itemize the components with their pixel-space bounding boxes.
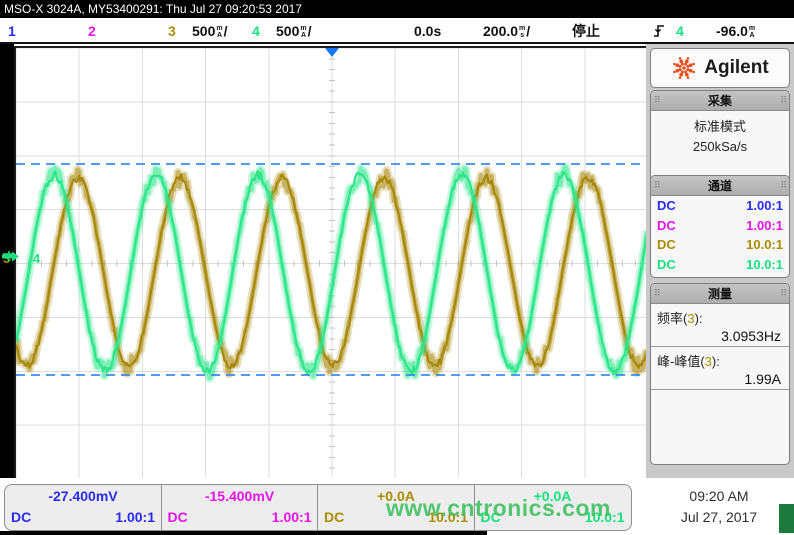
clock[interactable]: 09:20 AM Jul 27, 2017 xyxy=(648,486,790,528)
drag-grip-icon[interactable]: ⠿ xyxy=(780,95,786,106)
ground-icon xyxy=(2,251,16,261)
ch2-coupling: DC xyxy=(657,216,676,236)
drag-grip-icon[interactable]: ⠿ xyxy=(780,180,786,191)
ch4-coupling: DC xyxy=(657,255,676,275)
ch4-unit: mA xyxy=(300,25,306,39)
ch3-unit: mA xyxy=(216,25,222,39)
pkpk-measurement-label: 峰-峰值(3): xyxy=(651,347,789,370)
bottom-bezel xyxy=(0,531,487,535)
screen-corner-block xyxy=(779,504,794,533)
channel-3-row[interactable]: DC 10.0:1 xyxy=(651,235,789,255)
run-state[interactable]: 停止 xyxy=(572,21,600,41)
ch3-coupling-label: DC xyxy=(324,507,344,527)
timebase-unit: ms xyxy=(519,25,525,39)
measure-header[interactable]: ⠿ 测量 ⠿ xyxy=(651,284,789,304)
drag-grip-icon[interactable]: ⠿ xyxy=(654,288,660,299)
trigger-source[interactable]: 4 xyxy=(676,21,684,41)
ch2-ratio-label: 1.00:1 xyxy=(272,507,312,527)
brand-panel: Agilent xyxy=(650,48,790,88)
freq-measurement-value: 3.0953Hz xyxy=(651,327,789,347)
acquisition-header[interactable]: ⠿ 采集 ⠿ xyxy=(651,91,789,111)
acquisition-title: 采集 xyxy=(708,92,732,109)
window-title: MSO-X 3024A, MY53400291: Thu Jul 27 09:2… xyxy=(4,2,302,16)
trigger-level[interactable]: -96.0mA xyxy=(716,21,756,41)
ch1-ratio-label: 1.00:1 xyxy=(115,507,155,527)
channel-3-scale[interactable]: 500mA/ xyxy=(192,21,227,41)
sample-rate: 250kSa/s xyxy=(651,137,789,157)
channel-ground-markers[interactable]: 3 4 xyxy=(2,251,48,281)
oscilloscope-screen: MSO-X 3024A, MY53400291: Thu Jul 27 09:2… xyxy=(0,0,794,535)
ch1-offset-value: -27.400mV xyxy=(5,485,161,507)
ch2-coupling-label: DC xyxy=(168,507,188,527)
channel-1-row[interactable]: DC 1.00:1 xyxy=(651,196,789,216)
ch3-coupling: DC xyxy=(657,235,676,255)
drag-grip-icon[interactable]: ⠿ xyxy=(654,95,660,106)
ch1-coupling: DC xyxy=(657,196,676,216)
measure-title: 测量 xyxy=(708,285,732,302)
trigger-slope-icon xyxy=(653,23,666,43)
pkpk-measurement-value: 1.99A xyxy=(651,370,789,390)
trigger-position-marker xyxy=(325,48,339,57)
ch2-probe-ratio: 1.00:1 xyxy=(746,216,783,236)
ch4-ground-marker[interactable]: 4 xyxy=(33,251,40,266)
ch1-coupling-label: DC xyxy=(11,507,31,527)
channel-4-row[interactable]: DC 10.0:1 xyxy=(651,255,789,275)
channel-2-row[interactable]: DC 1.00:1 xyxy=(651,216,789,236)
channels-header[interactable]: ⠿ 通道 ⠿ xyxy=(651,176,789,196)
title-bar: MSO-X 3024A, MY53400291: Thu Jul 27 09:2… xyxy=(0,0,794,18)
clock-time: 09:20 AM xyxy=(648,486,790,507)
freq-measurement-label: 频率(3): xyxy=(651,304,789,327)
channels-panel[interactable]: ⠿ 通道 ⠿ DC 1.00:1 DC 1.00:1 DC 10.0:1 DC … xyxy=(650,175,790,278)
ch1-probe-ratio: 1.00:1 xyxy=(746,196,783,216)
brand-name: Agilent xyxy=(704,57,768,79)
ch1-offset-panel[interactable]: -27.400mV DC 1.00:1 xyxy=(4,484,162,531)
status-bar: 1 2 3 500mA/ 4 500mA/ 0.0s 200.0ms/ 停止 4… xyxy=(0,18,794,44)
clock-date: Jul 27, 2017 xyxy=(648,507,790,528)
trigger-level-unit: mA xyxy=(749,25,755,39)
ch4-probe-ratio: 10.0:1 xyxy=(746,255,783,275)
channel-3-button[interactable]: 3 xyxy=(168,21,176,41)
plot-overlay xyxy=(16,48,648,479)
drag-grip-icon[interactable]: ⠿ xyxy=(780,288,786,299)
drag-grip-icon[interactable]: ⠿ xyxy=(654,180,660,191)
channel-4-scale[interactable]: 500mA/ xyxy=(276,21,311,41)
ch2-offset-value: -15.400mV xyxy=(162,485,318,507)
waveform-display: 3 4 xyxy=(14,46,650,481)
agilent-logo-icon xyxy=(671,55,697,81)
acquisition-mode: 标准模式 xyxy=(651,117,789,137)
horizontal-delay[interactable]: 0.0s xyxy=(414,21,441,41)
measure-panel[interactable]: ⠿ 测量 ⠿ 频率(3): 3.0953Hz 峰-峰值(3): 1.99A xyxy=(650,283,790,465)
channel-4-button[interactable]: 4 xyxy=(252,21,260,41)
ch2-offset-panel[interactable]: -15.400mV DC 1.00:1 xyxy=(161,484,319,531)
channel-2-button[interactable]: 2 xyxy=(88,21,96,41)
channels-title: 通道 xyxy=(708,177,732,194)
ch3-probe-ratio: 10.0:1 xyxy=(746,235,783,255)
channel-1-button[interactable]: 1 xyxy=(8,21,16,41)
timebase-setting[interactable]: 200.0ms/ xyxy=(483,21,530,41)
watermark: www.cntronics.com xyxy=(386,495,611,522)
sidebar: Agilent ⠿ 采集 ⠿ 标准模式 250kSa/s ⠿ 通道 ⠿ DC 1… xyxy=(646,44,794,478)
